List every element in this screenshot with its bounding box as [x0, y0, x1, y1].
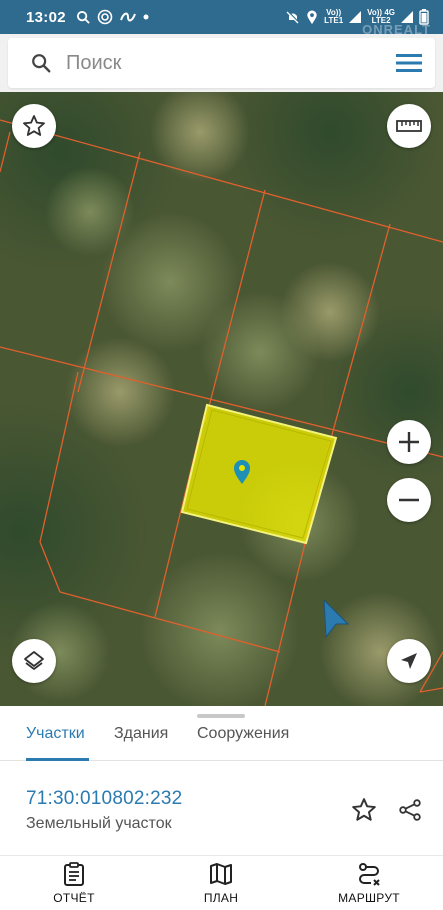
nav-plan[interactable]: ПЛАН: [166, 856, 276, 910]
nav-route[interactable]: МАРШРУТ: [314, 856, 424, 910]
report-icon: [64, 862, 84, 886]
star-icon: [352, 798, 376, 821]
sim1-label: Vo)) LTE1: [324, 8, 344, 25]
link-notification-icon: [119, 12, 136, 22]
search-notification-icon: [76, 10, 90, 24]
status-bar: 13:02 Vo)) LTE1 Vo)) 4G LTE2 ONREALT: [0, 0, 443, 37]
search-bar-container: [0, 34, 443, 92]
favorite-parcel-button[interactable]: [347, 793, 381, 827]
plus-icon: [399, 432, 419, 452]
category-tabs: Участки Здания Сооружения: [0, 706, 443, 761]
parcel-info: 71:30:010802:232 Земельный участок: [0, 761, 443, 855]
menu-icon[interactable]: [395, 52, 423, 74]
nav-plan-label: ПЛАН: [203, 891, 239, 905]
cadastral-number[interactable]: 71:30:010802:232: [26, 788, 182, 810]
nav-report[interactable]: ОТЧЁТ: [19, 856, 129, 910]
nav-route-label: МАРШРУТ: [338, 891, 400, 905]
star-icon: [23, 115, 45, 136]
layers-icon: [24, 651, 44, 670]
navigation-arrow-icon: [401, 653, 417, 669]
ruler-button[interactable]: [387, 104, 431, 148]
ruler-icon: [396, 120, 422, 132]
my-location-button[interactable]: [387, 639, 431, 683]
map-view[interactable]: [0, 92, 443, 706]
location-icon: [307, 9, 317, 24]
tab-buildings[interactable]: Здания: [114, 725, 168, 743]
route-icon: [359, 863, 380, 886]
map-plan-icon: [210, 863, 232, 885]
bottom-navigation: ОТЧЁТ ПЛАН МАРШРУТ: [0, 855, 443, 910]
minus-icon: [399, 498, 419, 502]
dot-icon: [143, 14, 149, 20]
signal-icon: [349, 11, 362, 23]
zoom-in-button[interactable]: [387, 420, 431, 464]
layers-button[interactable]: [12, 639, 56, 683]
zoom-out-button[interactable]: [387, 478, 431, 522]
share-icon: [399, 799, 421, 821]
drag-handle[interactable]: [197, 714, 245, 718]
search-input[interactable]: [66, 51, 395, 75]
object-type: Земельный участок: [26, 815, 172, 832]
mute-icon: [286, 10, 300, 24]
search-icon[interactable]: [30, 52, 52, 74]
tab-structures[interactable]: Сооружения: [197, 725, 289, 743]
tab-parcels[interactable]: Участки: [26, 725, 85, 743]
favorite-button[interactable]: [12, 104, 56, 148]
status-time: 13:02: [26, 8, 66, 26]
nav-report-label: ОТЧЁТ: [53, 891, 95, 905]
target-notification-icon: [97, 9, 113, 25]
satellite-layer: [0, 92, 443, 706]
share-button[interactable]: [393, 793, 427, 827]
search-bar[interactable]: [8, 38, 435, 88]
